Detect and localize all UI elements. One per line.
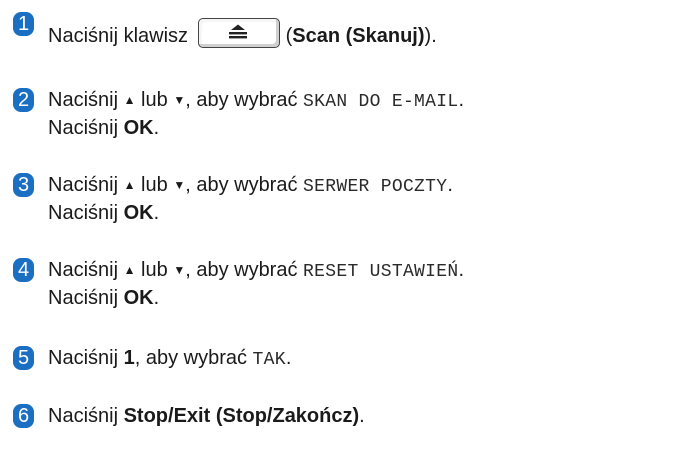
step-text: Naciśnij ▲ lub ▼, aby wybrać SERWER POCZ… (48, 173, 453, 199)
up-arrow-icon: ▲ (123, 93, 136, 107)
step-number-badge: 1 (13, 12, 34, 36)
step-text: Naciśnij klawisz (Scan (Skanuj)). (48, 12, 437, 48)
up-arrow-icon: ▲ (123, 263, 136, 277)
step-text-suffix: ). (424, 25, 437, 47)
down-arrow-icon: ▼ (173, 263, 186, 277)
step-text-prefix: Naciśnij (48, 174, 119, 196)
step-number-badge: 6 (13, 404, 34, 428)
menu-option: TAK (252, 350, 286, 370)
step-text-mid: , aby wybrać (134, 347, 247, 369)
stop-exit-button-label: Stop/Exit (Stop/Zakończ) (123, 405, 360, 427)
step-text-end: . (458, 259, 465, 281)
step-text-end: . (285, 347, 292, 369)
ok-button-label: OK (123, 117, 154, 139)
up-arrow-icon: ▲ (123, 178, 136, 192)
step-text-prefix: Naciśnij (48, 89, 119, 111)
or-text: lub (141, 259, 168, 281)
ok-button-label: OK (123, 287, 154, 309)
step-text: Naciśnij ▲ lub ▼, aby wybrać RESET USTAW… (48, 258, 464, 284)
step-text-prefix: Naciśnij (48, 259, 119, 281)
step-text: Naciśnij 1, aby wybrać TAK. (48, 346, 291, 372)
menu-option: SERWER POCZTY (303, 177, 448, 197)
step-text-prefix: Naciśnij klawisz (48, 25, 189, 47)
step-number-badge: 4 (13, 258, 34, 282)
step-text-line2: Naciśnij OK. (48, 201, 159, 225)
step-text-end: . (447, 174, 453, 196)
or-text: lub (141, 174, 168, 196)
down-arrow-icon: ▼ (173, 93, 186, 107)
step-text-mid: , aby wybrać (185, 89, 298, 111)
step-text-end: . (359, 405, 365, 427)
step-text-end: . (153, 202, 160, 224)
step-text-end: . (153, 117, 160, 139)
step-number-badge: 5 (13, 346, 34, 370)
scan-key-icon (197, 18, 280, 48)
step-text-line2: Naciśnij OK. (48, 286, 159, 310)
menu-option: RESET USTAWIEŃ (303, 262, 459, 282)
step-text: Naciśnij Stop/Exit (Stop/Zakończ). (48, 404, 365, 428)
or-text: lub (141, 89, 168, 111)
down-arrow-icon: ▼ (173, 178, 186, 192)
step-text-prefix: Naciśnij (48, 117, 119, 139)
step-text-prefix: Naciśnij (48, 347, 119, 369)
step-text-end: . (153, 287, 160, 309)
step-text: Naciśnij ▲ lub ▼, aby wybrać SKAN DO E-M… (48, 88, 464, 114)
step-text-end: . (458, 89, 465, 111)
step-number-badge: 2 (13, 88, 34, 112)
step-number-badge: 3 (13, 173, 34, 197)
key-label: 1 (123, 347, 135, 369)
step-text-mid: , aby wybrać (185, 174, 298, 196)
step-text-mid: , aby wybrać (185, 259, 298, 281)
step-text-line2: Naciśnij OK. (48, 116, 159, 140)
step-text-prefix: Naciśnij (48, 202, 119, 224)
ok-button-label: OK (123, 202, 154, 224)
step-text-prefix: Naciśnij (48, 405, 119, 427)
scan-button-label: Scan (Skanuj) (292, 25, 425, 47)
step-text-prefix: Naciśnij (48, 287, 119, 309)
menu-option: SKAN DO E-MAIL (303, 92, 459, 112)
